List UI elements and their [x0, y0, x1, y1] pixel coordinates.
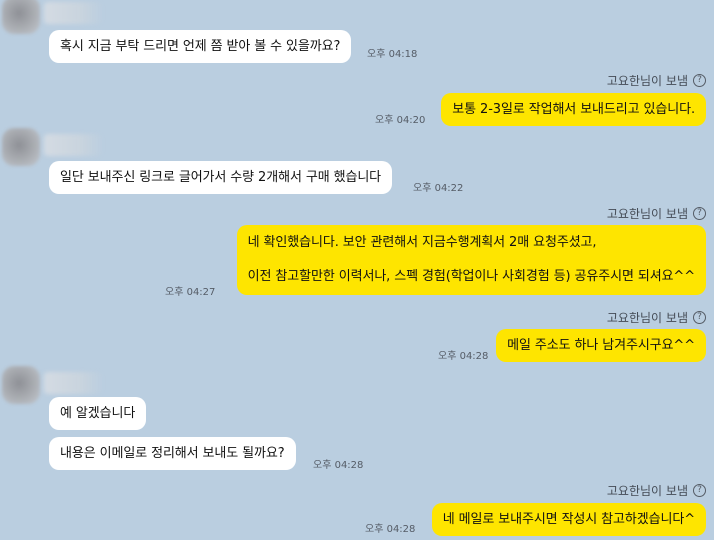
sender-name: 고요한님이 보냄	[606, 484, 688, 498]
sender-name: 고요한님이 보냄	[606, 311, 688, 325]
message-text: 네 메일로 보내주시면 작성시 참고하겠습니다^	[442, 512, 695, 527]
question-circle-icon[interactable]: ?	[693, 484, 706, 497]
message-time: 오후 04:20	[375, 115, 426, 126]
question-circle-icon[interactable]: ?	[693, 207, 706, 220]
message-bubble-incoming[interactable]: 일단 보내주신 링크로 글어가서 수량 2개해서 구매 했습니다	[49, 161, 393, 194]
sender-name-blurred	[44, 134, 104, 156]
message-text: 일단 보내주신 링크로 글어가서 수량 2개해서 구매 했습니다	[60, 170, 382, 185]
sender-label: 고요한님이 보냄 ?	[607, 482, 706, 499]
sender-name: 고요한님이 보냄	[606, 207, 688, 221]
sender-name-blurred	[44, 2, 104, 24]
message-text-line: 이전 참고할만한 이력서나, 스펙 경험(학업이나 사회경험 등) 공유주시면 …	[247, 269, 695, 284]
message-time: 오후 04:22	[413, 183, 464, 194]
message-text: 보통 2-3일로 작업해서 보내드리고 있습니다.	[452, 102, 695, 117]
sender-name: 고요한님이 보냄	[606, 74, 688, 88]
avatar[interactable]	[2, 366, 40, 404]
message-bubble-outgoing[interactable]: 보통 2-3일로 작업해서 보내드리고 있습니다.	[441, 93, 706, 126]
avatar[interactable]	[2, 128, 40, 166]
message-bubble-outgoing[interactable]: 네 메일로 보내주시면 작성시 참고하겠습니다^	[431, 503, 706, 536]
question-circle-icon[interactable]: ?	[693, 311, 706, 324]
sender-label: 고요한님이 보냄 ?	[607, 72, 706, 89]
sender-label: 고요한님이 보냄 ?	[607, 309, 706, 326]
message-bubble-incoming[interactable]: 내용은 이메일로 정리해서 보내도 될까요?	[49, 437, 296, 470]
message-time: 오후 04:28	[313, 460, 364, 471]
avatar[interactable]	[2, 0, 40, 34]
message-bubble-outgoing[interactable]: 메일 주소도 하나 남겨주시구요^^	[496, 329, 706, 362]
message-time: 오후 04:18	[367, 49, 418, 60]
question-circle-icon[interactable]: ?	[693, 74, 706, 87]
message-text-line: 네 확인했습니다. 보안 관련해서 지금수행계획서 2매 요청주셨고,	[247, 235, 597, 250]
message-time: 오후 04:28	[365, 524, 416, 535]
message-time: 오후 04:27	[165, 287, 216, 298]
message-time: 오후 04:28	[438, 351, 489, 362]
message-text: 예 알겠습니다	[60, 406, 136, 421]
message-text: 메일 주소도 하나 남겨주시구요^^	[507, 338, 695, 353]
message-bubble-outgoing[interactable]: 네 확인했습니다. 보안 관련해서 지금수행계획서 2매 요청주셨고, 이전 참…	[236, 225, 706, 295]
message-text: 혹시 지금 부탁 드리면 언제 쯤 받아 볼 수 있을까요?	[60, 39, 341, 54]
message-bubble-incoming[interactable]: 혹시 지금 부탁 드리면 언제 쯤 받아 볼 수 있을까요?	[49, 30, 352, 63]
sender-label: 고요한님이 보냄 ?	[607, 205, 706, 222]
sender-name-blurred	[44, 372, 104, 394]
message-bubble-incoming[interactable]: 예 알겠습니다	[49, 397, 147, 430]
message-text: 내용은 이메일로 정리해서 보내도 될까요?	[60, 446, 285, 461]
